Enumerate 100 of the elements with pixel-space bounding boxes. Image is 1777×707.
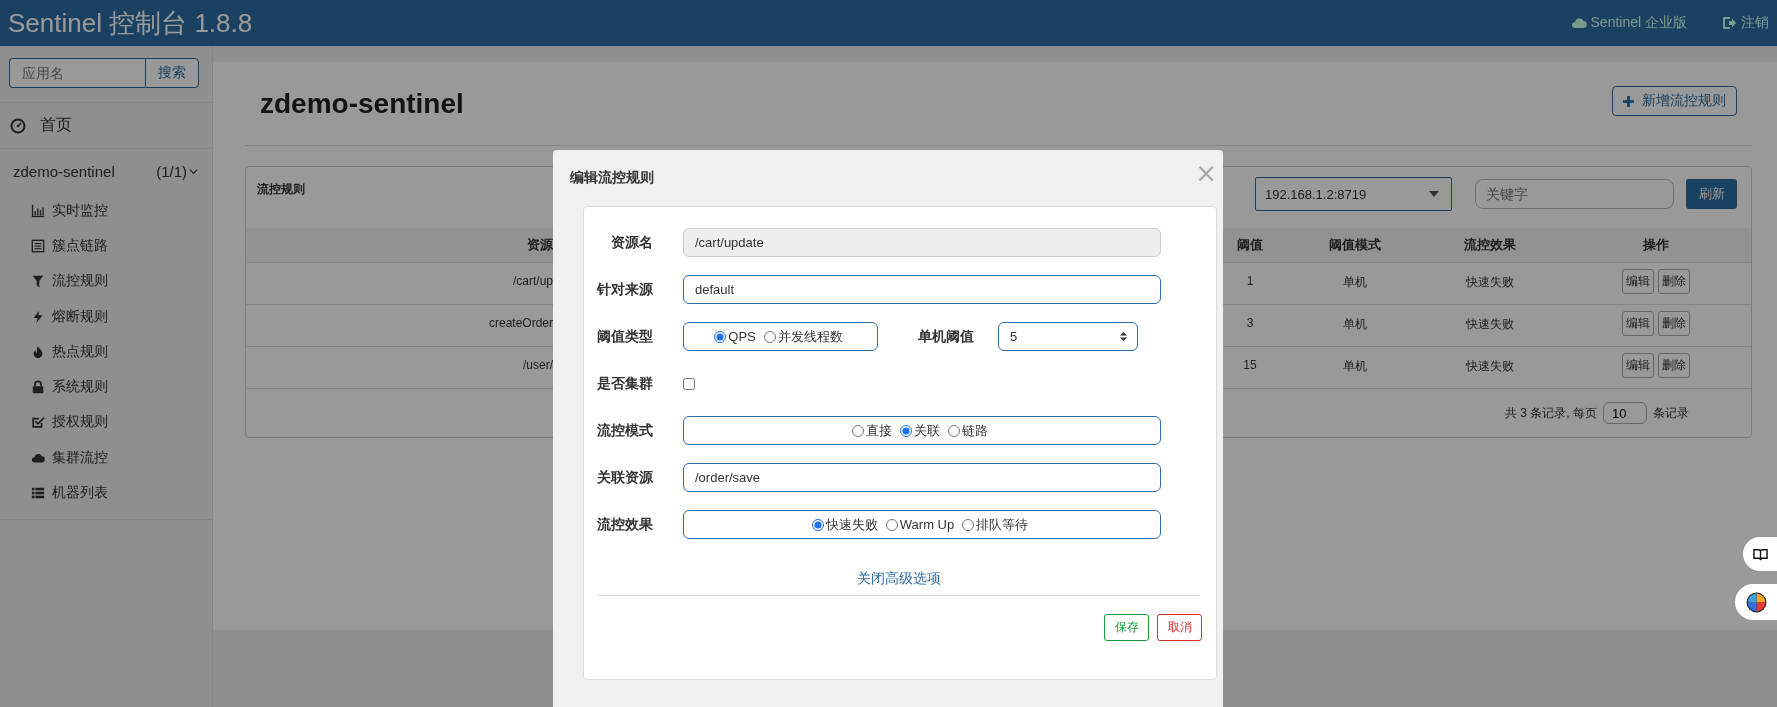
spinner-icon[interactable] [1119,331,1128,342]
machine-select[interactable]: 192.168.1.2:8719 [1255,177,1452,211]
table-cell-text: /cart/up [512,274,553,290]
side-widget-button[interactable] [1743,537,1777,571]
text-field[interactable]: /order/save [683,463,1161,492]
delete-button[interactable]: 删除 [1657,269,1690,294]
sidebar-item[interactable]: 机器列表 [52,484,108,502]
column-header: 流控效果 [1464,236,1516,254]
lock-icon [31,380,45,395]
radio-button[interactable] [714,330,727,343]
advanced-options-link[interactable]: 关闭高级选项 [857,570,941,595]
lightning-icon [31,309,45,324]
refresh-button[interactable]: 刷新 [1686,179,1737,209]
panel-title: 流控规则 [257,181,305,198]
radio-button[interactable] [900,424,912,437]
flame-icon [31,344,45,359]
field-label: 流控模式 [596,421,653,440]
table-cell-text: 1 [1246,274,1254,290]
edit-button[interactable]: 编辑 [1621,269,1654,294]
field-label: 关联资源 [596,468,653,487]
column-header: 阈值模式 [1329,236,1381,254]
delete-button[interactable]: 删除 [1657,311,1690,336]
edit-button[interactable]: 编辑 [1621,353,1654,378]
sidebar-item[interactable]: 流控规则 [52,272,108,291]
table-cell-text: 3 [1246,316,1254,332]
radio-group[interactable]: 快速失败 Warm Up 排队等待 [683,510,1161,539]
sidebar-item[interactable]: 授权规则 [52,413,108,432]
table-cell-text: 快速失败 [1466,358,1514,375]
table-cell-text: 15 [1243,358,1257,374]
field-label: 是否集群 [596,374,653,393]
table-cell-text: /user/ [523,358,553,374]
plus-icon [1623,95,1634,107]
text-field: /cart/update [683,228,1161,257]
list-icon [31,486,45,500]
radio-label: QPS [728,329,756,344]
radio-button[interactable] [962,518,975,531]
search-button[interactable]: 搜索 [145,58,199,88]
radio-group[interactable]: 直接 关联 链路 [683,416,1161,445]
number-field[interactable]: 5 [998,322,1138,351]
add-rule-button[interactable]: 新增流控规则 [1612,86,1737,116]
radio-label: 排队等待 [976,515,1029,534]
table-cell-text: 单机 [1343,316,1367,333]
radio-button[interactable] [885,518,898,531]
radio-button[interactable] [948,424,960,437]
checkbox[interactable] [683,377,695,390]
column-header: 资源 [527,236,553,254]
delete-button[interactable]: 删除 [1657,353,1690,378]
table-cell-text: 快速失败 [1466,316,1514,333]
text-field[interactable]: default [683,275,1161,304]
keyword-field[interactable]: 关键字 [1475,179,1674,209]
radio-button[interactable] [763,330,776,343]
pagination-text: 条记录 [1653,404,1689,422]
table-cell-text: 单机 [1343,274,1367,291]
field-label: 单机阈值 [918,327,974,346]
app-search-field[interactable]: 应用名 [9,58,145,88]
machine-count: (1/1) [156,162,187,180]
table-cell-text: 快速失败 [1466,274,1514,291]
radio-label: 关联 [914,421,940,440]
column-header: 阈值 [1237,236,1263,254]
field-label: 针对来源 [595,280,653,299]
page-size-field[interactable]: 10 [1603,402,1647,424]
dialog-title: 编辑流控规则 [570,169,654,187]
list-icon [31,238,45,253]
radio-label: 直接 [866,421,892,440]
radio-label: 快速失败 [825,515,878,534]
radio-button[interactable] [811,518,824,531]
edit-button[interactable]: 编辑 [1621,311,1654,336]
sidebar-item[interactable]: 簇点链路 [52,236,108,255]
logout-icon [1721,15,1737,31]
app-title: Sentinel 控制台 1.8.8 [8,6,253,40]
color-wheel-icon [1745,591,1767,613]
logout-link[interactable]: 注销 [1721,14,1769,32]
table-cell-text: 单机 [1343,358,1367,375]
radio-label: Warm Up [899,517,955,532]
sidebar-item[interactable]: 热点规则 [52,342,108,361]
caret-icon [1429,191,1439,197]
side-widget-button[interactable] [1735,584,1777,620]
sidebar-item[interactable]: 实时监控 [52,201,108,220]
enterprise-link[interactable]: Sentinel 企业版 [1570,14,1687,32]
app-name[interactable]: zdemo-sentinel [13,162,115,180]
sidebar-item[interactable]: 系统规则 [52,378,108,397]
field-label: 资源名 [610,233,653,252]
table-cell-text: createOrder [488,316,553,332]
field-label: 阈值类型 [596,327,653,346]
radio-button[interactable] [852,424,864,437]
cancel-button[interactable]: 取消 [1157,614,1202,641]
sidebar-item[interactable]: 熔断规则 [52,307,108,326]
dashboard-icon [10,117,26,134]
field-label: 流控效果 [596,515,653,534]
filter-icon [31,274,45,289]
sidebar-item[interactable]: 集群流控 [52,448,108,467]
pagination-text: 共 3 条记录, 每页 [1505,404,1597,422]
save-button[interactable]: 保存 [1104,614,1149,641]
page-title: zdemo-sentinel [260,87,464,120]
home-link[interactable]: 首页 [40,115,72,136]
radio-label: 链路 [962,421,988,440]
radio-label: 并发线程数 [777,327,843,346]
cloud-icon [1570,15,1587,31]
radio-group[interactable]: QPS 并发线程数 [683,322,878,351]
caret-icon[interactable] [189,166,198,176]
